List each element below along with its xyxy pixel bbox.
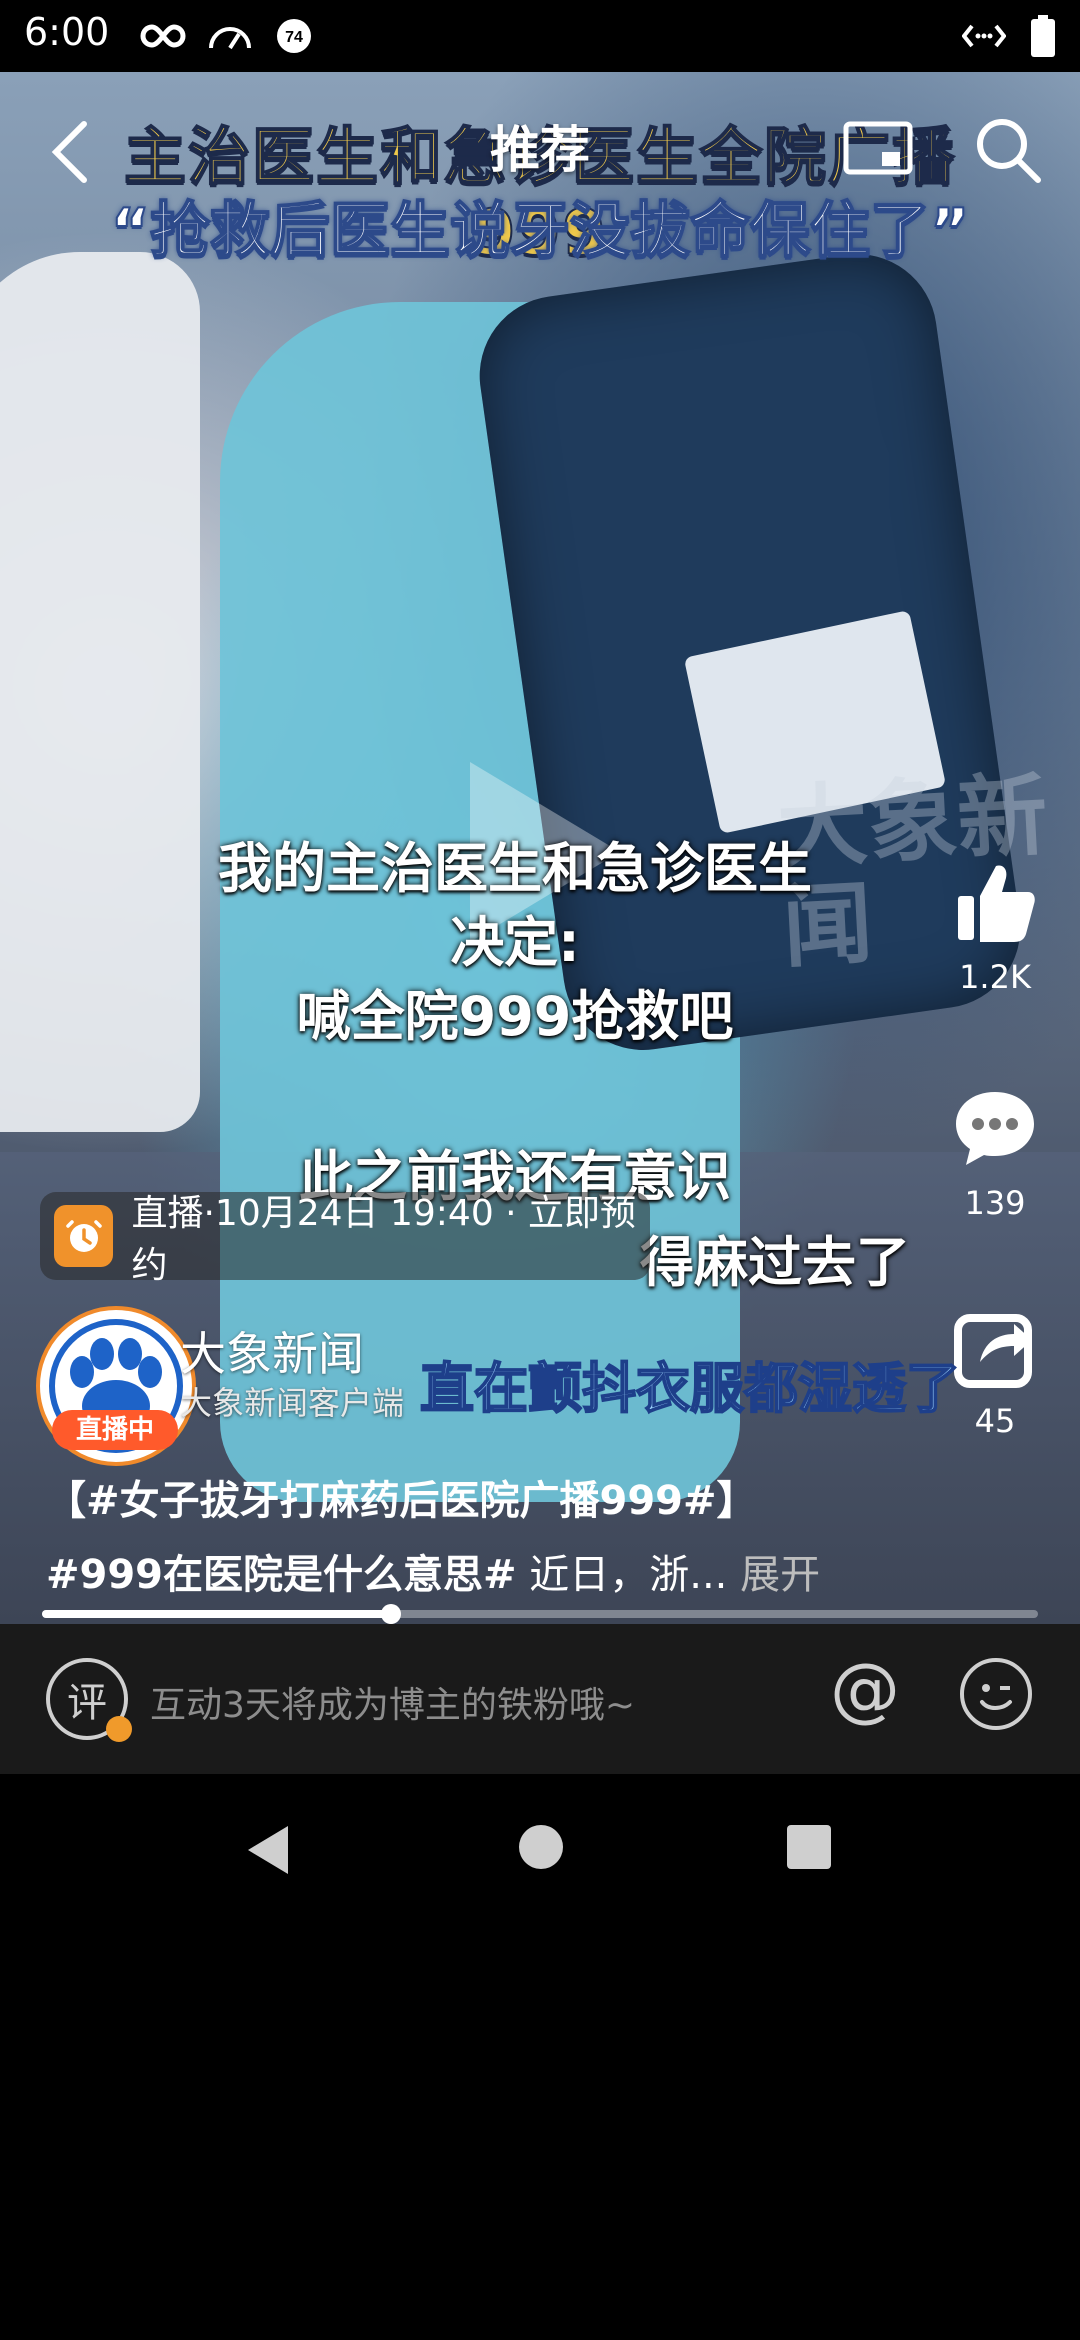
status-bar: 6:00 74 bbox=[0, 0, 1080, 72]
thumbs-up-icon bbox=[958, 865, 1035, 942]
mention-at-icon[interactable]: @ bbox=[830, 1654, 900, 1724]
subtitle-blue: 直在颤抖衣服都湿透了 bbox=[419, 1356, 961, 1421]
video-progress-fill bbox=[42, 1610, 391, 1618]
status-time: 6:00 bbox=[24, 10, 110, 54]
comment-button[interactable]: 139 bbox=[940, 1084, 1050, 1222]
video-headline-2: “抢救后医生说牙没拔命保住了” bbox=[110, 195, 971, 267]
infinity-icon bbox=[140, 14, 186, 58]
description-title[interactable]: 【#女子拔牙打麻药后医院广播999#】 bbox=[46, 1468, 757, 1526]
expand-link[interactable]: 展开 bbox=[727, 1552, 820, 1598]
author-subtitle: 大象新闻客户端 bbox=[180, 1384, 405, 1422]
description-body[interactable]: #999在医院是什么意思# 近日，浙... 展开 bbox=[46, 1542, 820, 1600]
description-text: 近日，浙... bbox=[516, 1552, 728, 1598]
live-badge: 直播中 bbox=[52, 1410, 178, 1450]
check-badge-icon bbox=[106, 1716, 132, 1742]
comment-input[interactable]: 互动3天将成为博主的铁粉哦~ bbox=[150, 1676, 635, 1728]
nav-back-button[interactable] bbox=[244, 1824, 292, 1880]
square-recents-icon bbox=[787, 1825, 831, 1869]
search-button[interactable] bbox=[966, 108, 1050, 192]
subtitle-line-1: 我的主治医生和急诊医生 bbox=[218, 837, 812, 900]
badge-74-icon: 74 bbox=[274, 14, 314, 58]
nav-recents-button[interactable] bbox=[786, 1824, 832, 1874]
search-icon bbox=[977, 119, 1041, 183]
live-reminder-text: 直播·10月24日 19:40 · 立即预约 bbox=[131, 1193, 637, 1286]
system-nav-bar bbox=[0, 1774, 1080, 1924]
code-icon bbox=[960, 14, 1008, 58]
subtitle-line-2: 决定: bbox=[450, 911, 580, 974]
triangle-back-icon bbox=[248, 1826, 288, 1874]
more-options-button[interactable] bbox=[960, 1592, 1032, 1624]
comment-count: 139 bbox=[964, 1184, 1026, 1222]
author-name[interactable]: 大象新闻 bbox=[180, 1318, 364, 1384]
back-button[interactable] bbox=[40, 112, 100, 192]
video-progress-bar[interactable] bbox=[42, 1604, 1038, 1624]
subtitle-line-3: 喊全院999抢救吧 bbox=[296, 985, 734, 1048]
video-progress-handle[interactable] bbox=[380, 1604, 401, 1624]
like-button[interactable]: 1.2K bbox=[940, 858, 1050, 996]
share-icon bbox=[954, 1314, 1032, 1388]
nav-home-button[interactable] bbox=[518, 1824, 564, 1874]
emoji-icon[interactable] bbox=[960, 1658, 1032, 1730]
back-icon bbox=[51, 121, 87, 183]
live-reminder[interactable]: 直播·10月24日 19:40 · 立即预约 bbox=[40, 1192, 650, 1286]
video-player[interactable]: 大象新闻 主治医生和急诊医生全院广播999 “抢救后医生说牙没拔命保住了” 推荐… bbox=[0, 72, 1080, 1624]
subtitle-partial: 得麻过去了 bbox=[640, 1231, 910, 1294]
circle-home-icon bbox=[519, 1825, 563, 1869]
description-hashtag[interactable]: #999在医院是什么意思# bbox=[46, 1552, 517, 1598]
comment-badge-label: 评 bbox=[67, 1680, 107, 1726]
page-title[interactable]: 推荐 bbox=[440, 110, 640, 182]
comment-badge-icon[interactable]: 评 bbox=[46, 1658, 132, 1742]
like-count: 1.2K bbox=[959, 958, 1031, 996]
screen-cast-button[interactable] bbox=[836, 108, 920, 192]
comment-bar: 评 互动3天将成为博主的铁粉哦~ @ bbox=[0, 1624, 1080, 1774]
alarm-clock-icon bbox=[54, 1205, 114, 1267]
battery-icon bbox=[1030, 14, 1056, 58]
comment-icon bbox=[956, 1092, 1034, 1165]
badge-74-text: 74 bbox=[285, 29, 303, 46]
screen-cast-icon bbox=[843, 121, 913, 175]
speedometer-icon bbox=[206, 14, 254, 58]
